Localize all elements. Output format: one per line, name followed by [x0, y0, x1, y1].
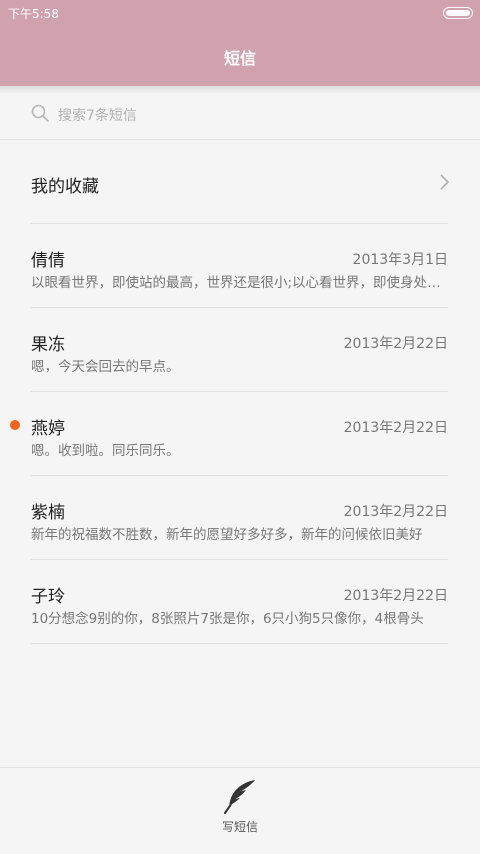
- message-preview: 嗯。收到啦。同乐同乐。: [31, 443, 180, 459]
- message-date: 2013年3月1日: [352, 252, 448, 268]
- message-date: 2013年2月22日: [343, 504, 448, 520]
- divider: [31, 643, 448, 644]
- contact-name: 倩倩: [31, 251, 65, 271]
- battery-fill: [446, 10, 470, 16]
- message-date: 2013年2月22日: [343, 420, 448, 436]
- contact-name: 果冻: [31, 335, 65, 355]
- message-preview: 10分想念9别的你，8张照片7张是你，6只小狗5只像你，4根骨头: [31, 611, 424, 627]
- message-date: 2013年2月22日: [343, 336, 448, 352]
- conversation-item-5[interactable]: 子玲 2013年2月22日 10分想念9别的你，8张照片7张是你，6只小狗5只像…: [0, 560, 480, 644]
- unread-dot-icon: [10, 420, 20, 430]
- favorites-label: 我的收藏: [31, 177, 99, 197]
- conversation-item-4[interactable]: 紫楠 2013年2月22日 新年的祝福数不胜数，新年的愿望好多好多，新年的问候依…: [0, 476, 480, 560]
- contact-name: 子玲: [31, 587, 65, 607]
- compose-button[interactable]: 写短信: [200, 768, 280, 854]
- search-icon: [31, 104, 49, 122]
- conversation-item-2[interactable]: 果冻 2013年2月22日 嗯，今天会回去的早点。: [0, 308, 480, 392]
- page-title: 短信: [223, 49, 256, 68]
- search-input[interactable]: 搜索7条短信: [58, 105, 137, 125]
- app-header: 下午5:58 短信: [0, 0, 480, 86]
- message-preview: 嗯，今天会回去的早点。: [31, 359, 180, 375]
- contact-name: 紫楠: [31, 503, 65, 523]
- conversation-item-1[interactable]: 倩倩 2013年3月1日 以眼看世界，即使站的最高，世界还是很小;以心看世界，即…: [0, 224, 480, 308]
- compose-label: 写短信: [221, 820, 258, 834]
- chevron-right-icon: [440, 174, 450, 190]
- bottom-toolbar: 写短信: [0, 767, 480, 853]
- favorites-row[interactable]: 我的收藏: [0, 140, 480, 224]
- contact-name: 燕婷: [31, 419, 65, 439]
- message-preview: 以眼看世界，即使站的最高，世界还是很小;以心看世界，即使身处斗室，世界也很大: [31, 275, 449, 291]
- battery-icon: [443, 7, 473, 19]
- feather-icon: [224, 780, 255, 814]
- message-date: 2013年2月22日: [343, 588, 448, 604]
- conversation-item-3[interactable]: 燕婷 2013年2月22日 嗯。收到啦。同乐同乐。: [0, 392, 480, 476]
- search-bar[interactable]: 搜索7条短信: [0, 86, 480, 140]
- status-time: 下午5:58: [8, 7, 59, 21]
- message-preview: 新年的祝福数不胜数，新年的愿望好多好多，新年的问候依旧美好: [31, 527, 423, 543]
